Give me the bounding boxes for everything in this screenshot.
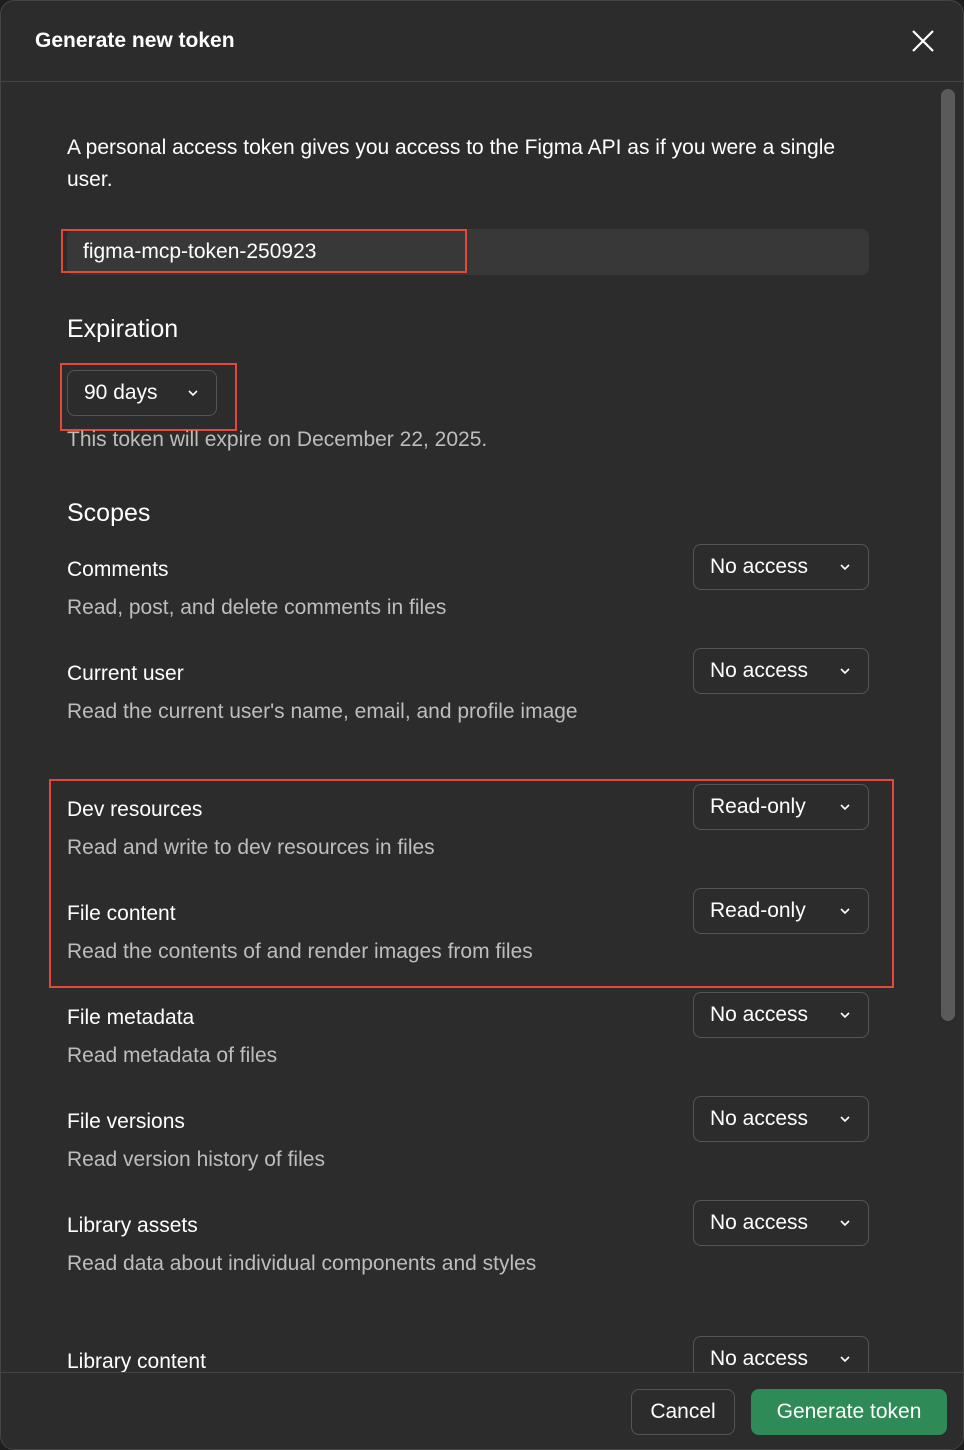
scopes-heading: Scopes: [67, 499, 151, 527]
chevron-down-icon: [840, 1356, 850, 1363]
close-button[interactable]: [909, 27, 937, 55]
scope-description: Read version history of files: [67, 1148, 325, 1171]
chevron-down-icon: [840, 564, 850, 571]
scope-select-file-content[interactable]: Read-only: [693, 888, 869, 934]
dialog-header: Generate new token: [1, 1, 963, 82]
chevron-down-icon: [840, 908, 850, 915]
generate-token-button[interactable]: Generate token: [751, 1389, 947, 1435]
dialog-footer: Cancel Generate token: [1, 1372, 963, 1449]
scope-select-value: No access: [710, 659, 809, 682]
scope-select-value: No access: [710, 1347, 809, 1370]
scope-description: Read metadata of files: [67, 1044, 278, 1067]
dialog-body: A personal access token gives you access…: [1, 82, 963, 1372]
dialog-title: Generate new token: [35, 29, 235, 52]
scope-select-current-user[interactable]: No access: [693, 648, 869, 694]
expiration-note: This token will expire on December 22, 2…: [67, 428, 488, 451]
scope-name: File versions: [67, 1110, 185, 1133]
token-name-input[interactable]: [67, 229, 869, 275]
expiration-select[interactable]: 90 days: [67, 370, 217, 416]
scope-select-value: Read-only: [710, 899, 806, 922]
scope-select-value: No access: [710, 1003, 809, 1026]
scrollbar-thumb[interactable]: [941, 89, 955, 1021]
scope-description: Read and write to dev resources in files: [67, 836, 435, 859]
scope-select-dev-resources[interactable]: Read-only: [693, 784, 869, 830]
chevron-down-icon: [840, 1116, 850, 1123]
scope-description: Read the contents of and render images f…: [67, 940, 533, 963]
scope-select-value: No access: [710, 555, 809, 578]
cancel-button[interactable]: Cancel: [631, 1389, 735, 1435]
scope-name: Library assets: [67, 1214, 198, 1237]
scope-select-file-metadata[interactable]: No access: [693, 992, 869, 1038]
expiration-select-value: 90 days: [84, 381, 158, 404]
scope-name: Dev resources: [67, 798, 203, 821]
scope-description: Read the current user's name, email, and…: [67, 700, 578, 723]
chevron-down-icon: [840, 668, 850, 675]
chevron-down-icon: [840, 1220, 850, 1227]
scope-select-value: No access: [710, 1107, 809, 1130]
scope-name: File content: [67, 902, 176, 925]
scope-name: Library content: [67, 1350, 206, 1372]
scope-select-value: Read-only: [710, 795, 806, 818]
scope-select-file-versions[interactable]: No access: [693, 1096, 869, 1142]
scope-description: Read, post, and delete comments in files: [67, 596, 447, 619]
scope-select-library-assets[interactable]: No access: [693, 1200, 869, 1246]
close-icon: [912, 30, 934, 52]
chevron-down-icon: [188, 390, 198, 397]
chevron-down-icon: [840, 1012, 850, 1019]
scope-select-comments[interactable]: No access: [693, 544, 869, 590]
intro-text: A personal access token gives you access…: [67, 136, 836, 191]
generate-token-dialog: Generate new token A personal access tok…: [0, 0, 964, 1450]
scope-name: Comments: [67, 558, 169, 581]
scope-description: Read data about individual components an…: [67, 1252, 537, 1275]
scope-select-library-content[interactable]: No access: [693, 1336, 869, 1372]
chevron-down-icon: [840, 804, 850, 811]
expiration-heading: Expiration: [67, 315, 179, 343]
scope-name: File metadata: [67, 1006, 195, 1029]
scope-select-value: No access: [710, 1211, 809, 1234]
scope-name: Current user: [67, 662, 184, 685]
